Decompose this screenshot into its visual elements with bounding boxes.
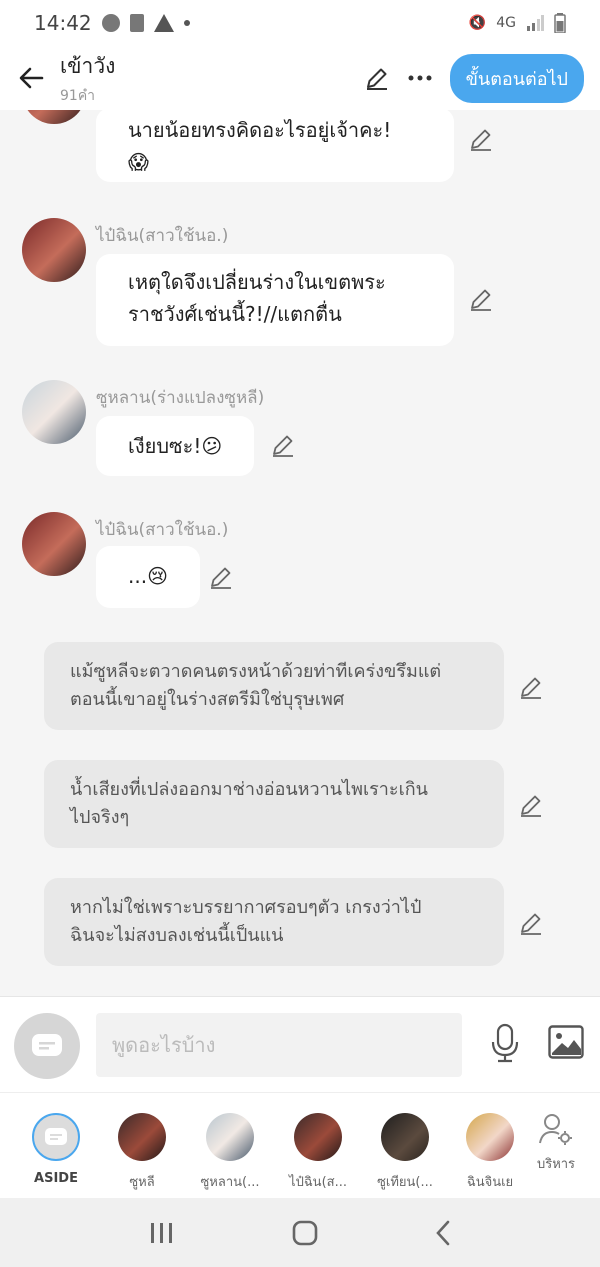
avatar-baiqin[interactable]: [22, 110, 86, 124]
narration-text: ตอนนี้เขาอยู่ในร่างสตรีมิใช่บุรุษเพศ: [70, 689, 345, 710]
narration-text: ไปจริงๆ: [70, 807, 130, 828]
narration-bubble[interactable]: น้ำเสียงที่เปล่งออกมาช่างอ่อนหวานไพเราะเ…: [44, 760, 504, 848]
edit-title-icon[interactable]: [364, 65, 390, 91]
avatar: [466, 1113, 514, 1161]
character-baiqin[interactable]: ไป๋ฉิน(ส...: [274, 1113, 362, 1192]
story-title: เข้าวัง: [60, 53, 116, 78]
avatar-baiqin[interactable]: [22, 218, 86, 282]
message-emoji: 😕: [201, 434, 223, 458]
character-selector: ASIDE ซูหลี ซูหลาน(... ไป๋ฉิน(ส... ซูเที…: [0, 1092, 600, 1198]
character-label: ฉินจินเย: [466, 1175, 514, 1190]
message-emoji: 😢: [147, 564, 168, 588]
avatar-sulan[interactable]: [22, 380, 86, 444]
character-label: ซูหลี: [129, 1175, 155, 1190]
narration-text: ฉินจะไม่สงบลงเช่นนี้เป็นแน่: [70, 925, 284, 946]
narration-bubble[interactable]: หากไม่ใช่เพราะบรรยากาศรอบๆตัว เกรงว่าไป๋…: [44, 878, 504, 966]
speaker-name: ซูหลาน(ร่างแปลงซูหลี): [96, 388, 265, 408]
microphone-icon[interactable]: [488, 1023, 522, 1063]
edit-narration-icon[interactable]: [518, 674, 544, 700]
message-input[interactable]: พูดอะไรบ้าง: [96, 1013, 462, 1077]
message-bubble[interactable]: เหตุใดจึงเปลี่ยนร่างในเขตพระ ราชวังศ์เช่…: [96, 254, 454, 346]
back-button[interactable]: [16, 63, 46, 93]
character-qinjinye[interactable]: ฉินจินเย: [446, 1113, 534, 1192]
more-options-icon[interactable]: [408, 74, 432, 82]
avatar: [206, 1113, 254, 1161]
next-step-button[interactable]: ขั้นตอนต่อไป: [449, 53, 584, 103]
message-bubble[interactable]: นายน้อยทรงคิดอะไรอยู่เจ้าคะ! 😱: [96, 110, 454, 182]
edit-message-icon[interactable]: [270, 432, 296, 458]
edit-message-icon[interactable]: [468, 126, 494, 152]
message-bubble[interactable]: ...😢: [96, 546, 200, 608]
composer-bar: พูดอะไรบ้าง: [0, 996, 600, 1092]
system-navigation-bar: [0, 1198, 600, 1267]
manage-label: บริหาร: [536, 1157, 576, 1172]
edit-narration-icon[interactable]: [518, 792, 544, 818]
character-aside[interactable]: ASIDE: [12, 1113, 100, 1186]
character-label: ซูเทียน(...: [377, 1175, 433, 1190]
message-text: นายน้อยทรงคิดอะไรอยู่เจ้าคะ!: [128, 118, 392, 142]
word-count: 91คำ: [60, 87, 96, 104]
character-label: ASIDE: [34, 1171, 78, 1186]
back-nav-icon[interactable]: [435, 1220, 451, 1246]
aside-avatar: [32, 1113, 80, 1161]
edit-message-icon[interactable]: [208, 564, 234, 590]
chat-bubble-icon: [45, 1128, 67, 1145]
top-app-bar: เข้าวัง 91คำ ขั้นตอนต่อไป: [0, 46, 600, 110]
narration-text: น้ำเสียงที่เปล่งออกมาช่างอ่อนหวานไพเราะเ…: [70, 779, 428, 800]
narration-text: หากไม่ใช่เพราะบรรยากาศรอบๆตัว เกรงว่าไป๋: [70, 897, 422, 918]
character-label: ซูหลาน(...: [200, 1175, 260, 1190]
recent-apps-icon[interactable]: [149, 1221, 175, 1245]
message-text: เงียบซะ!: [128, 434, 202, 458]
character-sutian[interactable]: ซูเทียน(...: [361, 1113, 449, 1192]
user-settings-icon: [539, 1114, 572, 1145]
more-notifications-icon: [183, 20, 190, 26]
signal-icon: [527, 15, 544, 31]
battery-icon: [554, 13, 566, 33]
speaker-name: ไป๋ฉิน(สาวใช้นอ.): [96, 520, 229, 540]
chat-bubble-icon: [32, 1034, 62, 1056]
mute-icon: 🔇: [468, 15, 487, 31]
message-bubble[interactable]: เงียบซะ!😕: [96, 416, 255, 476]
character-suli[interactable]: ซูหลี: [98, 1113, 186, 1192]
sd-card-icon: [129, 14, 144, 32]
manage-characters-button[interactable]: บริหาร: [524, 1113, 588, 1174]
narration-bubble[interactable]: แม้ซูหลีจะตวาดคนตรงหน้าด้วยท่าทีเคร่งขรึ…: [44, 642, 504, 730]
status-time: 14:42: [34, 11, 92, 35]
warning-icon: [153, 14, 174, 32]
network-type: 4G: [496, 15, 516, 31]
character-sulan[interactable]: ซูหลาน(...: [186, 1113, 274, 1192]
home-icon[interactable]: [292, 1220, 318, 1246]
image-icon[interactable]: [548, 1025, 584, 1059]
message-emoji: 😱: [128, 150, 149, 174]
status-bar: 14:42 🔇 4G: [0, 0, 600, 46]
line-app-icon: [101, 14, 120, 32]
character-label: ไป๋ฉิน(ส...: [289, 1175, 347, 1190]
speaker-name: ไป๋ฉิน(สาวใช้นอ.): [96, 226, 229, 246]
chat-area[interactable]: นายน้อยทรงคิดอะไรอยู่เจ้าคะ! 😱 ไป๋ฉิน(สา…: [0, 110, 600, 996]
narration-text: แม้ซูหลีจะตวาดคนตรงหน้าด้วยท่าทีเคร่งขรึ…: [70, 661, 442, 682]
message-text: ...: [128, 564, 148, 588]
message-text: ราชวังศ์เช่นนี้?!//แตกตื่น: [128, 302, 342, 326]
avatar: [294, 1113, 342, 1161]
avatar: [118, 1113, 166, 1161]
edit-message-icon[interactable]: [468, 286, 494, 312]
message-text: เหตุใดจึงเปลี่ยนร่างในเขตพระ: [128, 270, 386, 294]
avatar-baiqin[interactable]: [22, 512, 86, 576]
edit-narration-icon[interactable]: [518, 910, 544, 936]
aside-toggle-button[interactable]: [14, 1013, 80, 1079]
avatar: [381, 1113, 429, 1161]
back-arrow-icon: [19, 67, 44, 89]
